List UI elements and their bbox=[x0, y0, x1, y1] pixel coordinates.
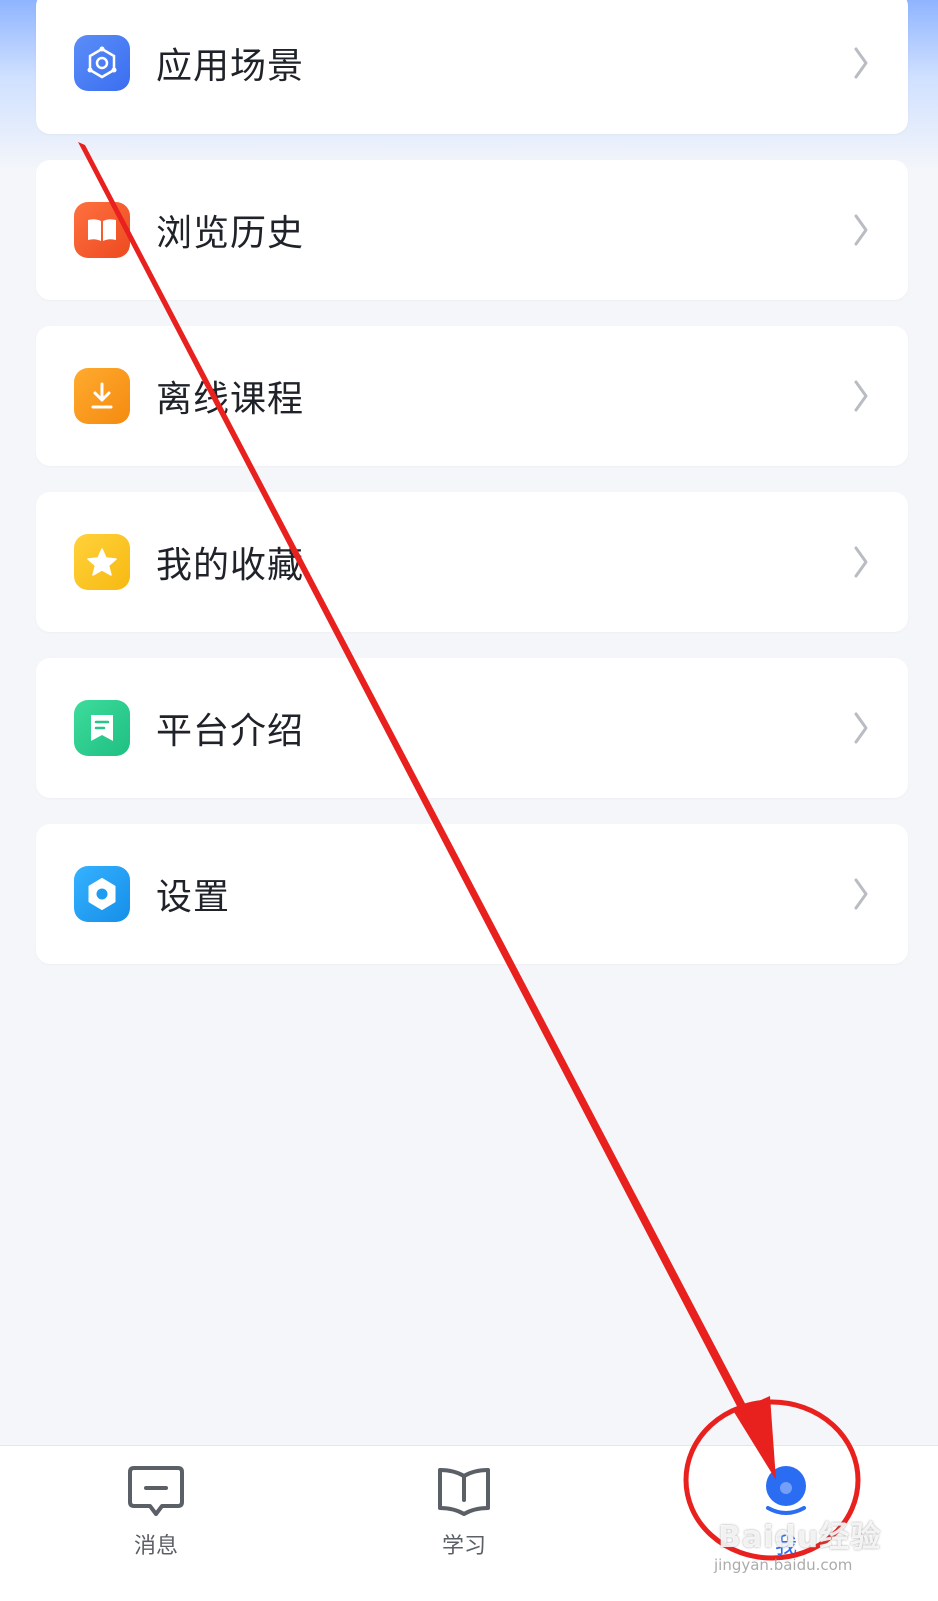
chevron-right-icon bbox=[854, 712, 868, 744]
nodes-icon bbox=[74, 35, 130, 91]
gear-icon bbox=[74, 866, 130, 922]
menu-item-my-favorites[interactable]: 我的收藏 bbox=[36, 492, 908, 632]
open-book-icon bbox=[438, 1468, 490, 1516]
tab-label: 消息 bbox=[133, 1534, 178, 1559]
book-icon bbox=[74, 202, 130, 258]
menu-item-label: 离线课程 bbox=[156, 379, 305, 420]
tab-messages[interactable]: 消息 bbox=[96, 1464, 216, 1560]
tab-learning[interactable]: 学习 bbox=[404, 1464, 524, 1560]
menu-item-label: 我的收藏 bbox=[156, 545, 305, 586]
star-icon bbox=[74, 534, 130, 590]
menu-item-platform-intro[interactable]: 平台介绍 bbox=[36, 658, 908, 798]
menu-item-browsing-history[interactable]: 浏览历史 bbox=[36, 160, 908, 300]
chevron-right-icon bbox=[854, 47, 868, 79]
menu-item-label: 设置 bbox=[156, 877, 231, 918]
tab-label: 学习 bbox=[441, 1534, 486, 1559]
download-icon bbox=[74, 368, 130, 424]
menu-item-label: 应用场景 bbox=[156, 46, 305, 87]
document-icon bbox=[74, 700, 130, 756]
menu-item-offline-courses[interactable]: 离线课程 bbox=[36, 326, 908, 466]
chevron-right-icon bbox=[854, 546, 868, 578]
watermark-url: jingyan.baidu.com bbox=[714, 1556, 853, 1574]
menu-item-settings[interactable]: 设置 bbox=[36, 824, 908, 964]
chevron-right-icon bbox=[854, 380, 868, 412]
menu-item-application-scenes[interactable]: 应用场景 bbox=[36, 0, 908, 134]
chevron-right-icon bbox=[854, 878, 868, 910]
profile-icon bbox=[766, 1466, 806, 1515]
menu-item-label: 平台介绍 bbox=[156, 711, 305, 752]
watermark-brand: Baidu经验 bbox=[718, 1520, 882, 1555]
menu-item-label: 浏览历史 bbox=[156, 213, 305, 254]
message-icon bbox=[128, 1466, 184, 1516]
chevron-right-icon bbox=[854, 214, 868, 246]
